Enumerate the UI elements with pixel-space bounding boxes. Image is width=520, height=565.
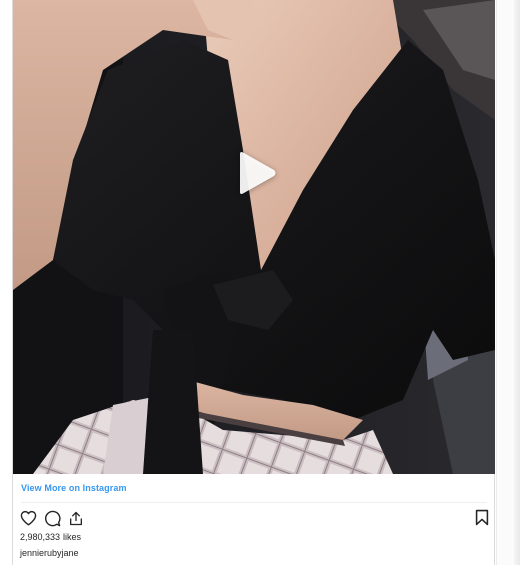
like-button[interactable] [19,509,37,527]
likes-label: likes [63,532,82,542]
heart-outline-icon [20,510,36,526]
divider [21,502,487,503]
save-button[interactable] [474,508,490,526]
share-button[interactable] [67,509,85,527]
share-upload-icon [70,511,82,525]
comment-button[interactable] [43,509,61,527]
post-username[interactable]: jennierubyjane [20,548,79,558]
instagram-embed-page: View More on Instagram 2,980,333 likes j… [0,0,520,565]
play-icon [240,152,276,194]
view-more-on-instagram-link[interactable]: View More on Instagram [21,483,127,493]
likes-count: 2,980,333 likes [20,532,81,542]
page-right-edge [496,0,520,565]
scroll-shadow [514,0,520,565]
comment-bubble-icon [44,510,61,526]
post-actions [19,508,85,528]
likes-number: 2,980,333 [20,532,61,542]
instagram-embed-card: View More on Instagram 2,980,333 likes j… [12,0,495,565]
bookmark-icon [475,509,489,525]
video-frame-image [13,0,495,474]
video-thumbnail[interactable] [13,0,495,474]
play-button[interactable] [234,150,278,196]
